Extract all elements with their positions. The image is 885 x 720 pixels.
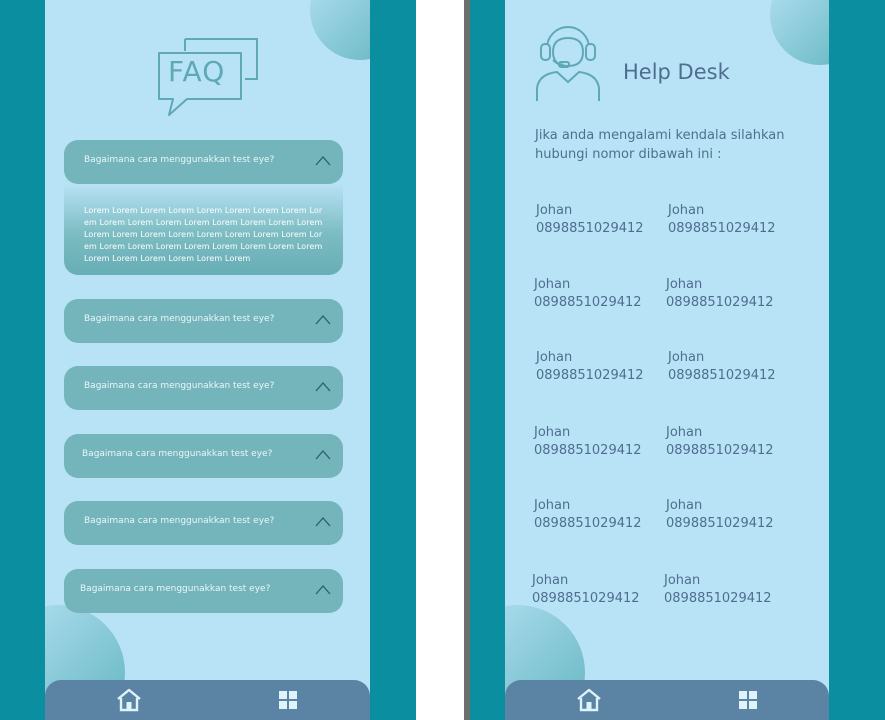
contact-name: Johan: [668, 203, 705, 218]
contact-card[interactable]: Johan 0898851029412: [536, 202, 666, 238]
contact-phone[interactable]: 0898851029412: [534, 442, 664, 460]
contact-name: Johan: [532, 573, 569, 588]
home-icon[interactable]: [576, 687, 602, 713]
contact-phone[interactable]: 0898851029412: [668, 367, 798, 385]
faq-screen: FAQ Lorem Lorem Lorem Lorem Lorem Lorem …: [45, 0, 370, 720]
contact-phone[interactable]: 0898851029412: [668, 220, 798, 238]
chevron-up-icon[interactable]: [315, 583, 331, 595]
contact-name: Johan: [534, 277, 571, 292]
contact-phone[interactable]: 0898851029412: [534, 515, 664, 533]
home-icon[interactable]: [116, 687, 142, 713]
decor-circle-top: [770, 0, 829, 65]
headset-agent-icon: [536, 26, 600, 101]
faq-logo-text: FAQ: [168, 55, 226, 88]
faq-item-4[interactable]: Bagaimana cara menggunakkan test eye?: [64, 434, 343, 478]
faq-question: Bagaimana cara menggunakkan test eye?: [84, 516, 275, 526]
grid-icon[interactable]: [737, 689, 759, 711]
page-title: Help Desk: [623, 60, 730, 84]
faq-question: Bagaimana cara menggunakkan test eye?: [82, 449, 273, 459]
contact-phone[interactable]: 0898851029412: [666, 442, 796, 460]
grid-icon[interactable]: [277, 689, 299, 711]
contact-phone[interactable]: 0898851029412: [536, 220, 666, 238]
contact-phone[interactable]: 0898851029412: [666, 515, 796, 533]
contact-card[interactable]: Johan 0898851029412: [534, 497, 664, 533]
contact-name: Johan: [666, 425, 703, 440]
faq-question: Bagaimana cara menggunakkan test eye?: [84, 155, 275, 165]
decor-circle-top: [310, 0, 370, 60]
contact-phone[interactable]: 0898851029412: [664, 590, 794, 608]
contact-name: Johan: [666, 498, 703, 513]
contact-phone[interactable]: 0898851029412: [536, 367, 666, 385]
background-teal-left: [0, 0, 45, 720]
contact-card[interactable]: Johan 0898851029412: [536, 349, 666, 385]
contact-name: Johan: [536, 350, 573, 365]
faq-item-3[interactable]: Bagaimana cara menggunakkan test eye?: [64, 366, 343, 410]
contact-card[interactable]: Johan 0898851029412: [668, 202, 798, 238]
contact-card[interactable]: Johan 0898851029412: [666, 497, 796, 533]
bottom-nav: [505, 680, 829, 720]
helpdesk-intro: Jika anda mengalami kendala silahkan hub…: [535, 128, 785, 162]
bottom-nav: [45, 680, 370, 720]
faq-answer-text: Lorem Lorem Lorem Lorem Lorem Lorem Lore…: [84, 206, 323, 263]
contact-card[interactable]: Johan 0898851029412: [534, 276, 664, 312]
background-teal-right: [470, 0, 505, 720]
chevron-up-icon[interactable]: [315, 313, 331, 325]
contact-card[interactable]: Johan 0898851029412: [668, 349, 798, 385]
faq-item-1[interactable]: Bagaimana cara menggunakkan test eye?: [64, 140, 343, 184]
background-teal-far-right: [829, 0, 885, 720]
background-teal-middle: [370, 0, 416, 720]
contact-name: Johan: [666, 277, 703, 292]
contact-name: Johan: [536, 203, 573, 218]
faq-question: Bagaimana cara menggunakkan test eye?: [84, 314, 275, 324]
contact-name: Johan: [664, 573, 701, 588]
contact-phone[interactable]: 0898851029412: [532, 590, 662, 608]
contact-name: Johan: [534, 425, 571, 440]
contact-card[interactable]: Johan 0898851029412: [532, 572, 662, 608]
faq-logo: FAQ: [155, 35, 260, 120]
chevron-up-icon[interactable]: [315, 448, 331, 460]
contact-phone[interactable]: 0898851029412: [666, 294, 796, 312]
contact-name: Johan: [534, 498, 571, 513]
chevron-up-icon[interactable]: [315, 154, 331, 166]
contact-card[interactable]: Johan 0898851029412: [534, 424, 664, 460]
faq-item-5[interactable]: Bagaimana cara menggunakkan test eye?: [64, 501, 343, 545]
faq-item-6[interactable]: Bagaimana cara menggunakkan test eye?: [64, 569, 343, 613]
faq-answer-panel: Lorem Lorem Lorem Lorem Lorem Lorem Lore…: [64, 183, 343, 275]
faq-question: Bagaimana cara menggunakkan test eye?: [80, 584, 271, 594]
faq-question: Bagaimana cara menggunakkan test eye?: [84, 381, 275, 391]
contact-name: Johan: [668, 350, 705, 365]
contact-phone[interactable]: 0898851029412: [534, 294, 664, 312]
contact-card[interactable]: Johan 0898851029412: [666, 424, 796, 460]
chevron-up-icon[interactable]: [315, 380, 331, 392]
contact-card[interactable]: Johan 0898851029412: [666, 276, 796, 312]
chevron-up-icon[interactable]: [315, 515, 331, 527]
helpdesk-screen: Help Desk Jika anda mengalami kendala si…: [505, 0, 829, 720]
faq-item-2[interactable]: Bagaimana cara menggunakkan test eye?: [64, 299, 343, 343]
contact-card[interactable]: Johan 0898851029412: [664, 572, 794, 608]
